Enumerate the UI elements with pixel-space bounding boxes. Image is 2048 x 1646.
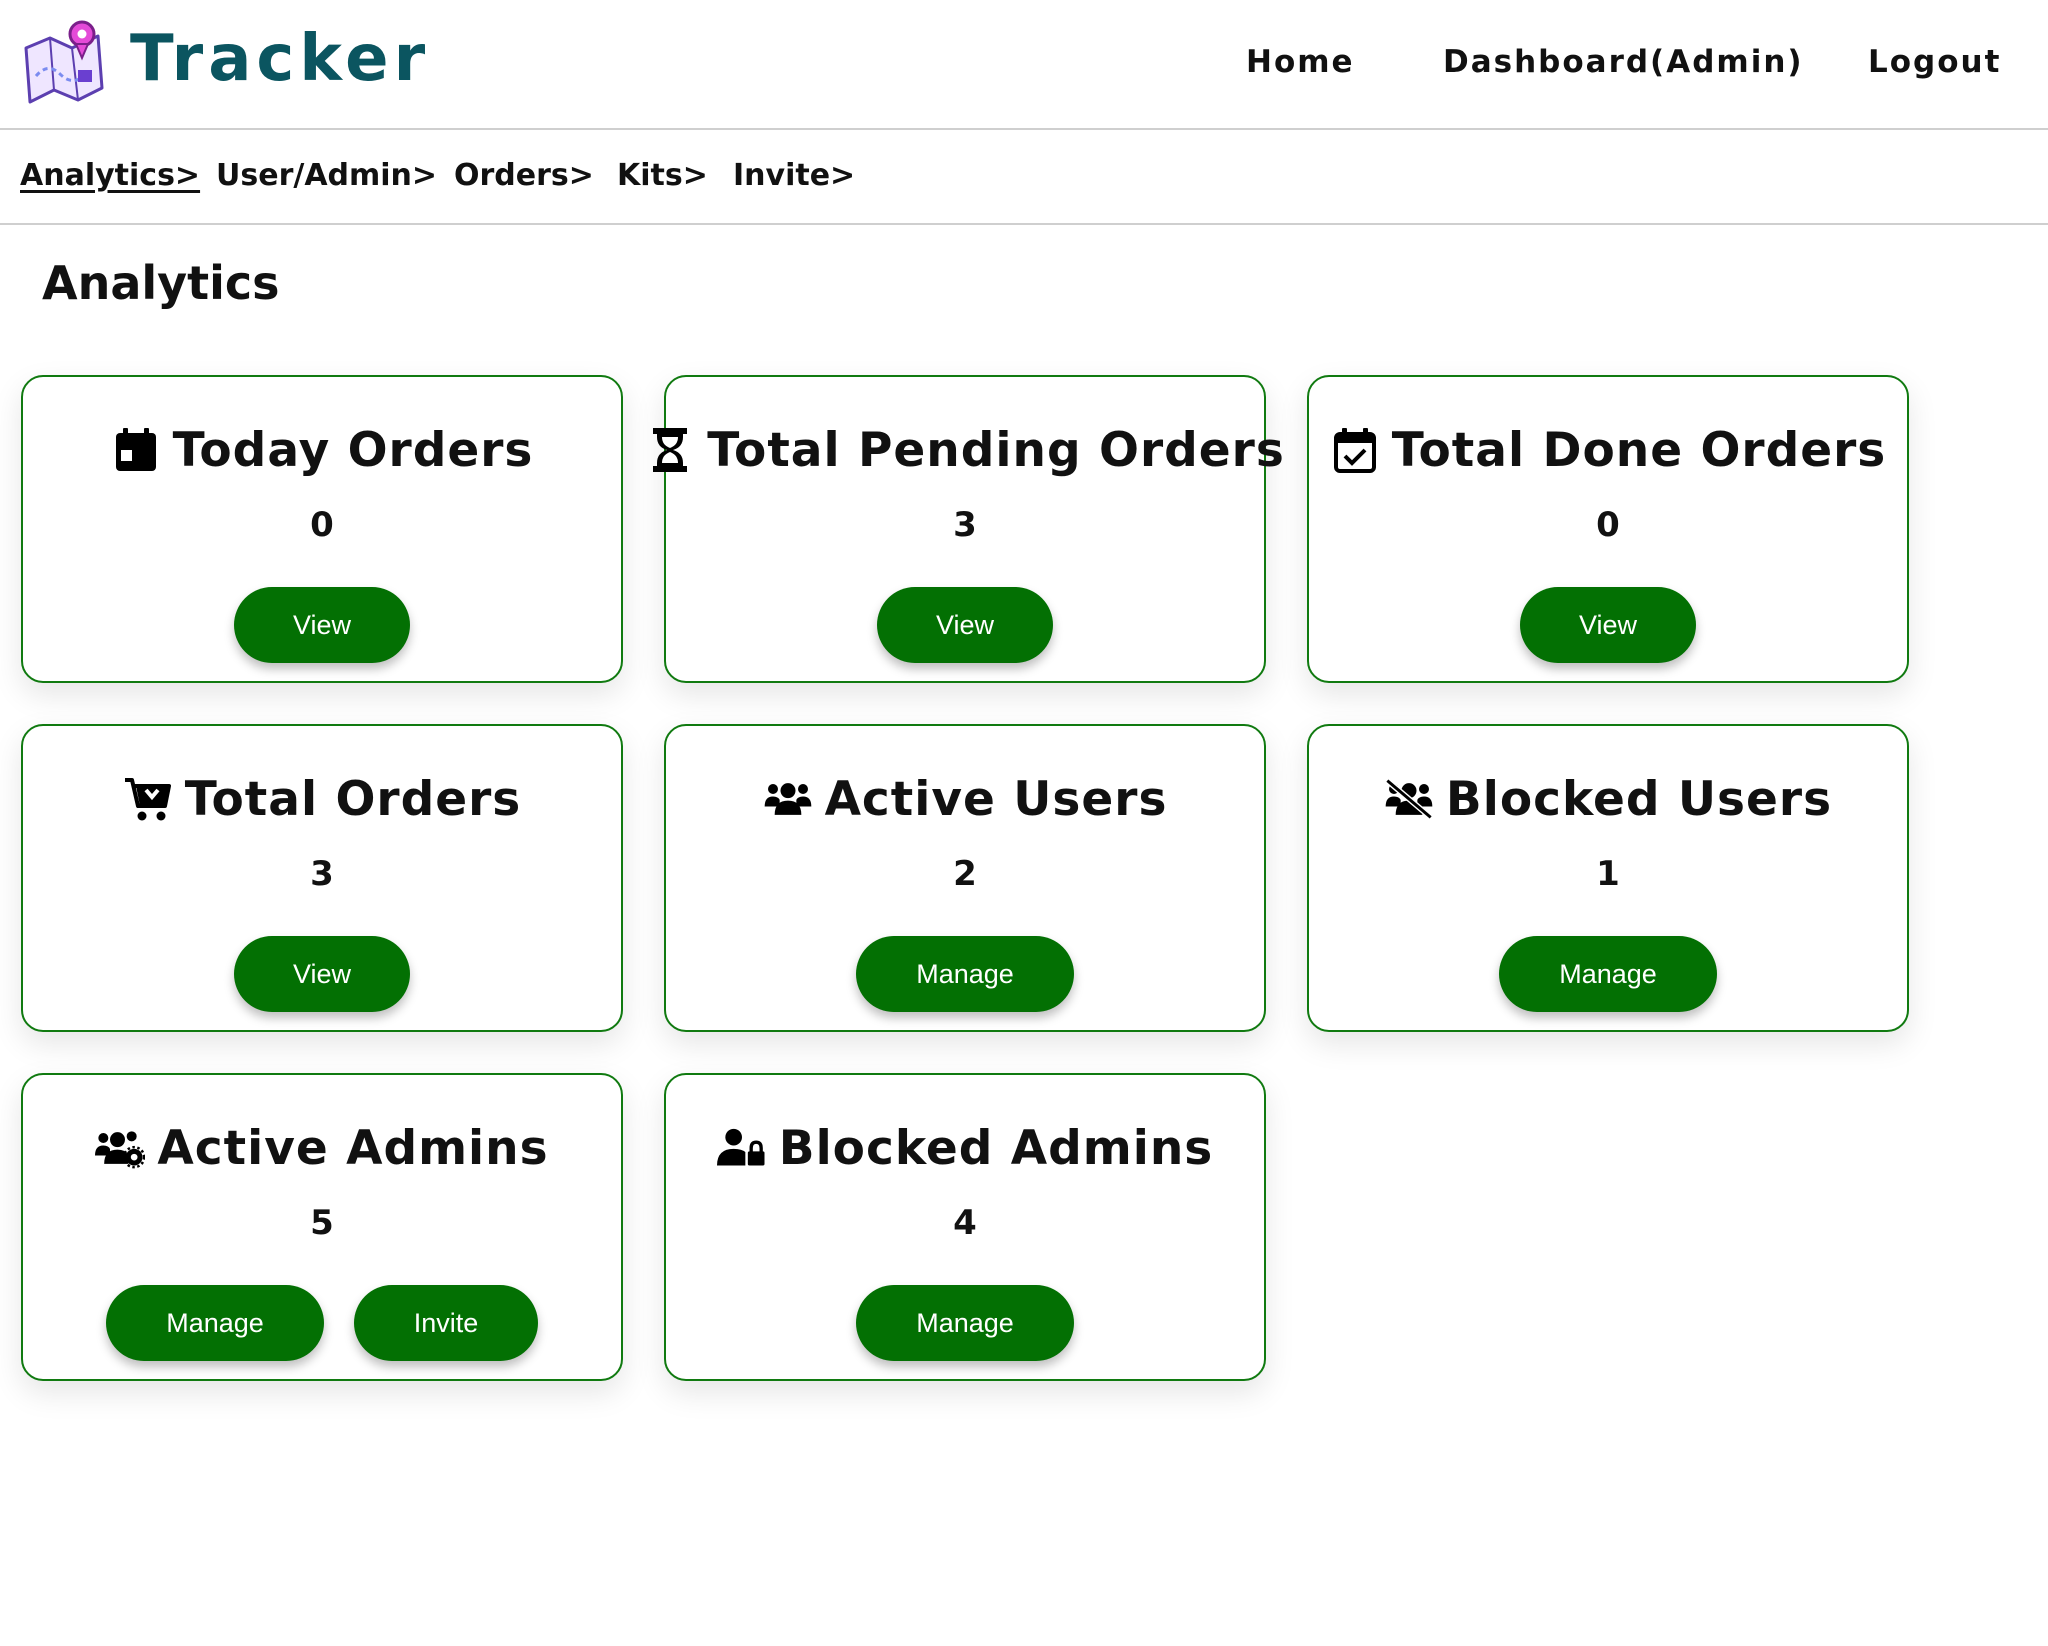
- card-active-users: Active Users 2 Manage: [664, 724, 1266, 1032]
- card-title: Blocked Admins: [778, 1120, 1214, 1176]
- subnav-user-admin-link[interactable]: User/Admin>: [216, 158, 437, 193]
- card-blocked-admins: Blocked Admins 4 Manage: [664, 1073, 1266, 1381]
- card-value: 0: [1596, 505, 1620, 545]
- view-button[interactable]: View: [234, 587, 410, 663]
- card-total-done-orders: Total Done Orders 0 View: [1307, 375, 1909, 683]
- users-icon: [764, 783, 811, 815]
- invite-button[interactable]: Invite: [354, 1285, 538, 1361]
- cart-icon: [124, 778, 171, 821]
- card-title: Total Pending Orders: [707, 422, 1285, 478]
- view-button[interactable]: View: [877, 587, 1053, 663]
- card-value: 3: [953, 505, 977, 545]
- card-value: 2: [953, 854, 977, 894]
- card-value: 4: [953, 1203, 977, 1243]
- card-value: 1: [1596, 854, 1620, 894]
- card-value: 3: [310, 854, 334, 894]
- card-today-orders: Today Orders 0 View: [21, 375, 623, 683]
- subnav-kits-link[interactable]: Kits>: [617, 158, 708, 193]
- card-value: 5: [310, 1203, 334, 1243]
- sub-navbar: Analytics> User/Admin> Orders> Kits> Inv…: [0, 130, 2048, 225]
- subnav-analytics-link[interactable]: Analytics>: [20, 158, 200, 193]
- manage-button[interactable]: Manage: [856, 936, 1074, 1012]
- view-button[interactable]: View: [234, 936, 410, 1012]
- map-logo-icon[interactable]: [20, 18, 110, 110]
- users-gear-icon: [95, 1131, 146, 1169]
- users-slash-icon: [1385, 778, 1433, 820]
- card-title: Total Orders: [184, 771, 522, 827]
- nav-logout-link[interactable]: Logout: [1868, 44, 2001, 80]
- card-blocked-users: Blocked Users 1 Manage: [1307, 724, 1909, 1032]
- card-value: 0: [310, 505, 334, 545]
- card-title: Active Admins: [157, 1120, 549, 1176]
- brand-title[interactable]: Tracker: [130, 22, 430, 96]
- calendar-check-icon: [1333, 428, 1376, 473]
- nav-dashboard-link[interactable]: Dashboard(Admin): [1443, 44, 1804, 80]
- user-lock-icon: [716, 1128, 765, 1166]
- card-total-pending-orders: Total Pending Orders 3 View: [653, 375, 1284, 683]
- manage-button[interactable]: Manage: [856, 1285, 1074, 1361]
- page-title: Analytics: [42, 256, 280, 310]
- card-active-admins: Active Admins 5 Manage Invite: [21, 1073, 623, 1381]
- card-title: Active Users: [824, 771, 1168, 827]
- manage-button[interactable]: Manage: [106, 1285, 324, 1361]
- subnav-orders-link[interactable]: Orders>: [454, 158, 594, 193]
- hourglass-icon: [653, 428, 688, 472]
- card-title: Blocked Users: [1445, 771, 1833, 827]
- subnav-invite-link[interactable]: Invite>: [733, 158, 855, 193]
- nav-home-link[interactable]: Home: [1246, 44, 1355, 80]
- card-title: Today Orders: [172, 422, 534, 478]
- view-button[interactable]: View: [1520, 587, 1696, 663]
- card-total-orders: Total Orders 3 View: [21, 724, 623, 1032]
- calendar-day-icon: [115, 428, 156, 471]
- manage-button[interactable]: Manage: [1499, 936, 1717, 1012]
- top-navbar: Tracker Home Dashboard(Admin) Logout: [0, 0, 2048, 130]
- card-title: Total Done Orders: [1391, 422, 1887, 478]
